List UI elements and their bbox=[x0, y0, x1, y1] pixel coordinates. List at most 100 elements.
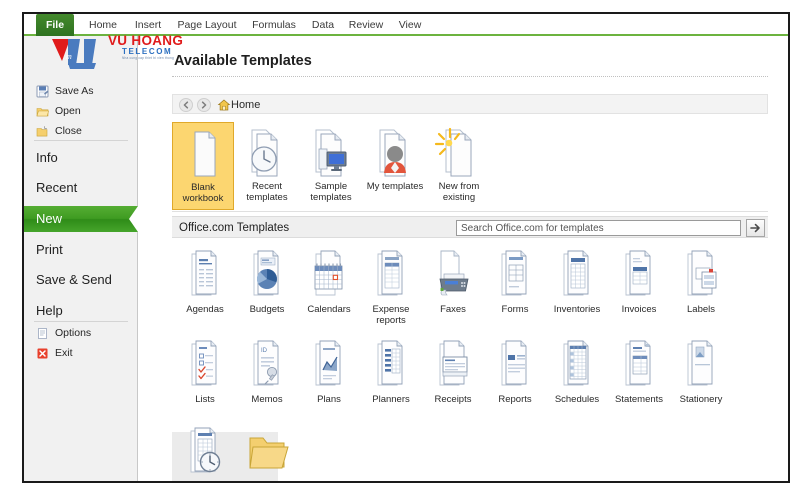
template-more[interactable]: More bbox=[234, 425, 300, 483]
backstage-sidebar: Save As Open Close Info Recent New Print… bbox=[24, 36, 138, 481]
template-label: Faxes bbox=[440, 304, 466, 315]
tab-data[interactable]: Data bbox=[306, 14, 340, 36]
sidebar-label: Close bbox=[55, 125, 82, 137]
expense-doc-icon bbox=[358, 248, 424, 304]
template-memos[interactable]: ID Memos bbox=[234, 338, 300, 405]
search-go-button[interactable] bbox=[746, 219, 765, 237]
sidebar-item-save-and-send[interactable]: Save & Send bbox=[24, 267, 138, 293]
sidebar-label: Save As bbox=[55, 85, 94, 97]
invoice-doc-icon bbox=[606, 248, 672, 304]
tab-review[interactable]: Review bbox=[344, 14, 388, 36]
sidebar-item-open[interactable]: Open bbox=[36, 102, 81, 121]
template-lists[interactable]: Lists bbox=[172, 338, 238, 405]
home-icon bbox=[217, 98, 231, 117]
template-statements[interactable]: Statements bbox=[606, 338, 672, 405]
sidebar-item-exit[interactable]: Exit bbox=[36, 344, 73, 363]
search-input[interactable] bbox=[456, 220, 741, 236]
statement-doc-icon bbox=[606, 338, 672, 394]
sidebar-item-options[interactable]: Options bbox=[36, 324, 91, 343]
template-stationery[interactable]: Stationery bbox=[668, 338, 734, 405]
template-label: Lists bbox=[195, 394, 215, 405]
template-schedules[interactable]: Schedules bbox=[544, 338, 610, 405]
office-template-grid: Agendas Budgets Calendars Expense report… bbox=[172, 240, 768, 483]
template-faxes[interactable]: Faxes bbox=[420, 248, 486, 315]
template-label: Calendars bbox=[307, 304, 351, 315]
tab-formulas[interactable]: Formulas bbox=[246, 14, 302, 36]
template-budgets[interactable]: Budgets bbox=[234, 248, 300, 315]
backstage-content: Available Templates Home Blank workbook … bbox=[139, 36, 788, 483]
exit-x-icon bbox=[36, 347, 49, 360]
sidebar-item-save-as[interactable]: Save As bbox=[36, 82, 94, 101]
template-inventories[interactable]: Inventories bbox=[544, 248, 610, 315]
template-expense-reports[interactable]: Expense reports bbox=[358, 248, 424, 326]
labels-icon bbox=[668, 248, 734, 304]
template-invoices[interactable]: Invoices bbox=[606, 248, 672, 315]
template-label: Agendas bbox=[186, 304, 224, 315]
tab-insert[interactable]: Insert bbox=[128, 14, 168, 36]
sidebar-label: Exit bbox=[55, 347, 73, 359]
person-document-icon bbox=[364, 125, 426, 181]
open-folder-icon bbox=[36, 105, 49, 118]
sidebar-item-info[interactable]: Info bbox=[24, 145, 138, 171]
sidebar-item-new[interactable]: New bbox=[24, 206, 138, 232]
stationery-icon bbox=[668, 338, 734, 394]
tile-my-templates[interactable]: My templates bbox=[364, 122, 426, 210]
template-label: More bbox=[234, 481, 300, 483]
template-label: Labels bbox=[687, 304, 715, 315]
schedule-grid-icon bbox=[544, 338, 610, 394]
office-templates-bar: Office.com Templates bbox=[172, 216, 768, 238]
sidebar-item-close[interactable]: Close bbox=[36, 122, 82, 141]
open-folder-large-icon bbox=[234, 425, 300, 481]
template-labels[interactable]: Labels bbox=[668, 248, 734, 315]
calendar-icon bbox=[296, 248, 362, 304]
template-receipts[interactable]: Receipts bbox=[420, 338, 486, 405]
receipt-icon bbox=[420, 338, 486, 394]
planner-doc-icon bbox=[358, 338, 424, 394]
tile-recent-templates[interactable]: Recent templates bbox=[236, 122, 298, 210]
tab-home[interactable]: Home bbox=[82, 14, 124, 36]
template-label: Budgets bbox=[249, 304, 285, 315]
back-button[interactable] bbox=[179, 98, 193, 112]
sidebar-divider-1 bbox=[34, 140, 128, 141]
template-label: Plans bbox=[317, 394, 341, 405]
sidebar-label: Open bbox=[55, 105, 81, 117]
timesheet-clock-icon bbox=[172, 425, 238, 481]
template-label: Inventories bbox=[553, 304, 601, 315]
template-calendars[interactable]: Calendars bbox=[296, 248, 362, 315]
backstage-view: Save As Open Close Info Recent New Print… bbox=[24, 36, 788, 483]
agenda-doc-icon bbox=[172, 248, 238, 304]
forward-button[interactable] bbox=[197, 98, 211, 112]
tile-label: Blank workbook bbox=[182, 182, 224, 204]
tile-blank-workbook[interactable]: Blank workbook bbox=[172, 122, 234, 210]
tab-file[interactable]: File bbox=[36, 14, 74, 36]
checklist-doc-icon bbox=[172, 338, 238, 394]
tile-label: Sample templates bbox=[310, 181, 352, 203]
excel-backstage-window: File Home Insert Page Layout Formulas Da… bbox=[22, 12, 790, 483]
template-label: Statements bbox=[614, 394, 664, 405]
template-plans[interactable]: Plans bbox=[296, 338, 362, 405]
top-template-tiles: Blank workbook Recent templates Sample t… bbox=[172, 119, 768, 212]
sidebar-item-recent[interactable]: Recent bbox=[24, 175, 138, 201]
svg-text:ID: ID bbox=[261, 348, 268, 354]
template-reports[interactable]: Reports bbox=[482, 338, 548, 405]
pie-chart-doc-icon bbox=[234, 248, 300, 304]
pushpin-doc-icon: ID bbox=[234, 338, 300, 394]
template-time-sheets[interactable]: Time sheets bbox=[172, 425, 238, 481]
template-label: Stationery bbox=[679, 394, 723, 405]
tile-sample-templates[interactable]: Sample templates bbox=[300, 122, 362, 210]
tile-label: My templates bbox=[366, 181, 424, 192]
tile-label: Recent templates bbox=[246, 181, 288, 203]
template-label: Reports bbox=[498, 394, 532, 405]
breadcrumb: Home bbox=[172, 94, 768, 114]
template-forms[interactable]: Forms bbox=[482, 248, 548, 315]
page-title: Available Templates bbox=[174, 53, 312, 69]
clock-document-icon bbox=[236, 125, 298, 181]
tab-page-layout[interactable]: Page Layout bbox=[172, 14, 242, 36]
sidebar-item-print[interactable]: Print bbox=[24, 237, 138, 263]
tab-view[interactable]: View bbox=[392, 14, 428, 36]
tile-new-from-existing[interactable]: New from existing bbox=[428, 122, 490, 210]
template-label: Forms bbox=[501, 304, 529, 315]
ribbon-tab-strip: File Home Insert Page Layout Formulas Da… bbox=[24, 14, 788, 36]
template-agendas[interactable]: Agendas bbox=[172, 248, 238, 315]
template-planners[interactable]: Planners bbox=[358, 338, 424, 405]
